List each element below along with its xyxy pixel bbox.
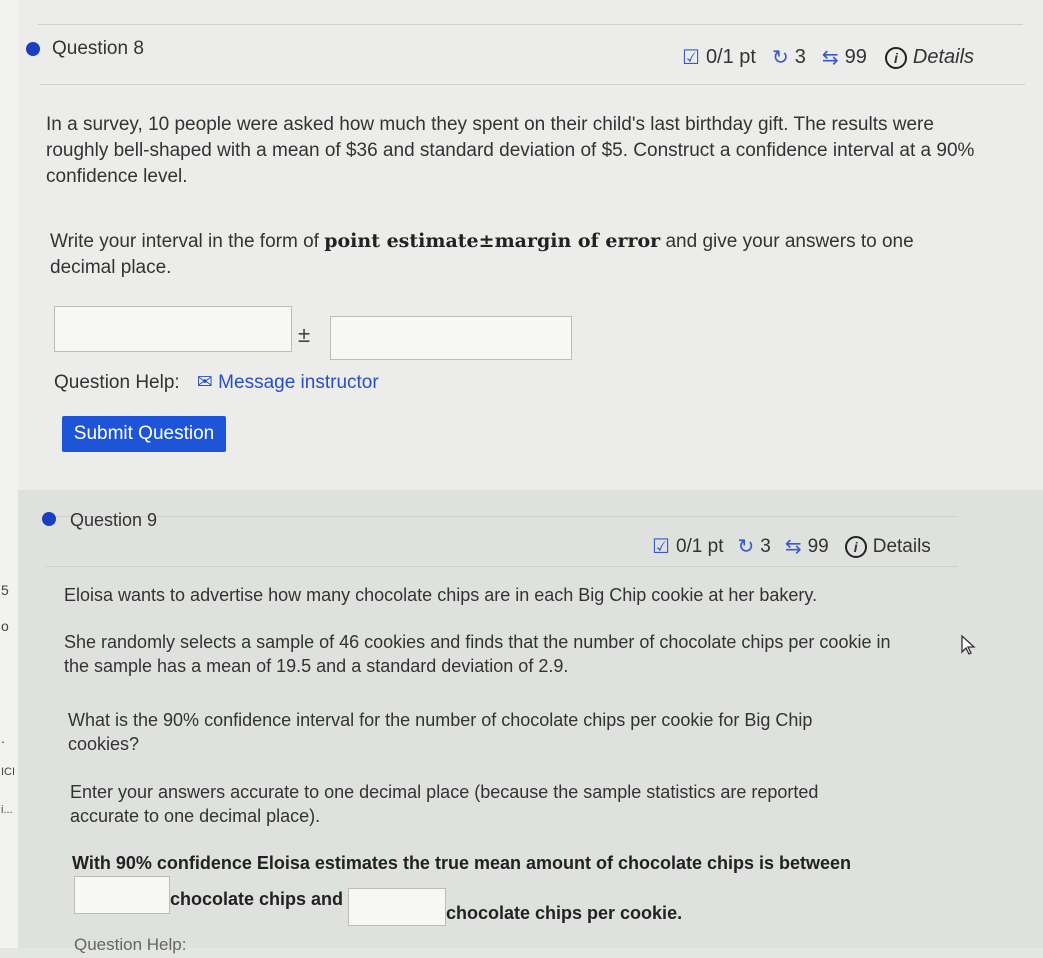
instruction-formula: point estimate±margin of error <box>324 230 661 252</box>
attempts-icon: ⇆ <box>784 536 802 558</box>
retries-count: 3 <box>760 535 771 557</box>
left-strip-text: i... <box>1 804 13 816</box>
left-strip-text: . <box>1 730 5 746</box>
score-check-icon: ☑ <box>682 47 700 69</box>
left-strip-text: o <box>1 618 9 634</box>
retry-icon: ↻ <box>771 47 789 69</box>
left-panel-strip: 5 o . ICI i... <box>0 0 19 948</box>
question-9-title: Question 9 <box>70 510 158 530</box>
question-9-panel: Question 9 ☑ 0/1 pt ↻ 3 ⇆ 99 i Details E… <box>18 490 1043 954</box>
plus-minus-sign: ± <box>298 322 311 347</box>
message-instructor-link[interactable]: Message instructor <box>218 372 379 393</box>
answer-mid: chocolate chips and <box>170 889 344 909</box>
answer-intro: With 90% confidence Eloisa estimates the… <box>72 853 852 873</box>
divider <box>46 566 958 567</box>
left-strip-text: 5 <box>1 582 9 598</box>
question-8-instruction: Write your interval in the form of point… <box>50 228 980 281</box>
score-text: 0/1 pt <box>675 535 724 557</box>
margin-of-error-input[interactable] <box>330 316 572 360</box>
question-status-dot <box>42 512 56 526</box>
info-icon[interactable]: i <box>844 535 867 558</box>
mouse-pointer-icon <box>961 634 976 655</box>
details-link[interactable]: Details <box>873 536 931 558</box>
question-8-text: In a survey, 10 people were asked how mu… <box>46 114 975 187</box>
question-9-paragraph: Enter your answers accurate to one decim… <box>70 782 819 826</box>
question-9-paragraph: What is the 90% confidence interval for … <box>68 710 813 754</box>
attempts-count: 99 <box>844 46 867 68</box>
submit-question-button[interactable]: Submit Question <box>62 416 226 452</box>
question-8-title: Question 8 <box>52 38 144 59</box>
question-9-paragraph: Eloisa wants to advertise how many choco… <box>64 585 818 605</box>
instruction-text: Write your interval in the form of <box>50 231 319 252</box>
divider <box>42 516 956 517</box>
info-icon[interactable]: i <box>884 46 907 69</box>
question-9-meta: ☑ 0/1 pt ↻ 3 ⇆ 99 i Details <box>652 534 931 559</box>
divider <box>40 84 1025 85</box>
score-check-icon: ☑ <box>652 536 670 558</box>
point-estimate-input[interactable] <box>54 306 292 352</box>
question-help-partial: Question Help: <box>74 935 187 954</box>
score-text: 0/1 pt <box>705 46 756 68</box>
attempts-icon: ⇆ <box>821 47 839 69</box>
attempts-count: 99 <box>807 535 829 557</box>
question-9-paragraph: She randomly selects a sample of 46 cook… <box>64 632 891 676</box>
upper-bound-input[interactable] <box>348 888 446 926</box>
mail-icon: ✉ <box>196 372 213 393</box>
question-help: Question Help: ✉ Message instructor <box>54 370 379 396</box>
left-strip-text: ICI <box>1 766 16 778</box>
divider <box>38 24 1023 25</box>
help-label: Question Help: <box>54 372 180 393</box>
details-link[interactable]: Details <box>913 46 974 69</box>
retry-icon: ↻ <box>737 536 755 558</box>
retries-count: 3 <box>794 46 806 68</box>
question-status-dot <box>26 42 40 56</box>
lower-bound-input[interactable] <box>74 876 170 914</box>
question-8-meta: ☑ 0/1 pt ↻ 3 ⇆ 99 i Details <box>682 45 974 70</box>
answer-end: chocolate chips per cookie. <box>446 903 683 923</box>
